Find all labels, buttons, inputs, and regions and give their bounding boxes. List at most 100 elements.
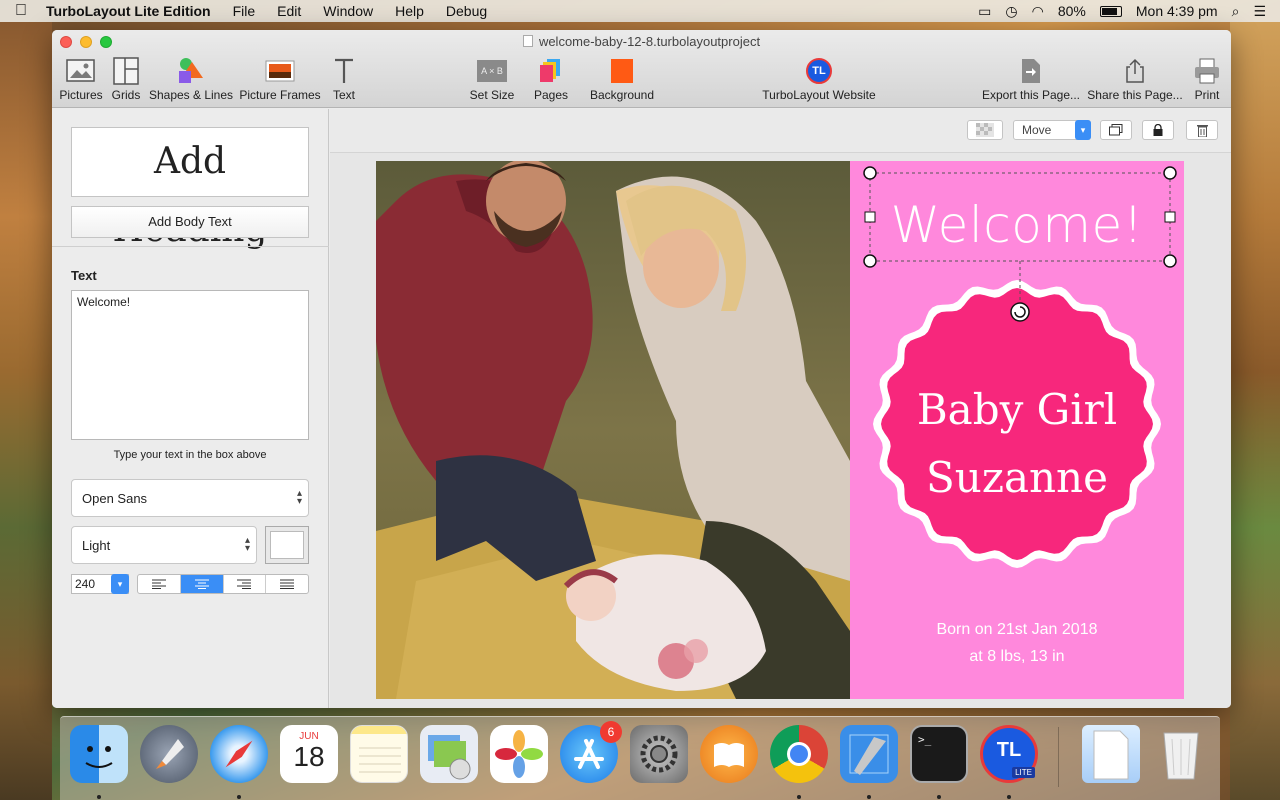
desktop-wallpaper-left <box>0 22 52 800</box>
rotate-handle-icon <box>1010 302 1030 322</box>
app-menu[interactable]: TurboLayout Lite Edition <box>42 3 222 19</box>
set-size-icon: A × B <box>466 56 518 86</box>
up-down-chevron-icon: ▴ ▾ <box>244 535 250 554</box>
baby-name-line-1: Baby Girl <box>916 385 1118 434</box>
align-center-button[interactable] <box>180 575 224 593</box>
set-size-button[interactable]: A × B Set Size <box>466 56 518 102</box>
safari-icon[interactable] <box>210 725 268 783</box>
apple-menu-icon[interactable]:  <box>0 2 42 20</box>
print-label: Print <box>1194 88 1220 102</box>
color-swatch <box>270 531 304 559</box>
add-body-text-button[interactable]: Add Body Text <box>71 206 309 238</box>
baby-name-text[interactable]: Baby Girl Suzanne <box>850 376 1184 512</box>
family-photo-illustration <box>376 161 850 699</box>
notification-center-icon[interactable]: ☰ <box>1253 3 1266 20</box>
airplay-icon[interactable]: ▭ <box>978 3 991 20</box>
clock[interactable]: Mon 4:39 pm <box>1136 3 1218 19</box>
background-button[interactable]: Background <box>588 56 656 102</box>
wifi-icon[interactable]: ◠ <box>1032 3 1044 20</box>
ibooks-icon[interactable] <box>700 725 758 783</box>
window-title-text: welcome-baby-12-8.turbolayoutproject <box>538 34 761 49</box>
menu-help[interactable]: Help <box>384 3 435 19</box>
transparency-button[interactable] <box>967 120 1003 140</box>
birth-details-text[interactable]: Born on 21st Jan 2018 at 8 lbs, 13 in <box>850 616 1184 670</box>
lock-button[interactable] <box>1142 120 1174 140</box>
checkerboard-icon <box>976 123 994 137</box>
battery-icon[interactable] <box>1099 5 1122 17</box>
text-color-well[interactable] <box>265 526 309 564</box>
running-indicator <box>1007 795 1011 799</box>
align-justify-icon <box>280 579 295 589</box>
pictures-button[interactable]: Pictures <box>58 56 104 102</box>
system-preferences-icon[interactable] <box>630 725 688 783</box>
trash-icon <box>1196 124 1208 137</box>
xcode-icon[interactable] <box>840 725 898 783</box>
window-toolbar: welcome-baby-12-8.turbolayoutproject Pic… <box>52 30 1231 108</box>
delete-button[interactable] <box>1186 120 1218 140</box>
turbolayout-app-text: TL <box>996 739 1022 761</box>
grids-icon <box>108 56 144 86</box>
grids-button[interactable]: Grids <box>108 56 144 102</box>
menu-edit[interactable]: Edit <box>266 3 312 19</box>
family-photo[interactable] <box>376 161 850 699</box>
desktop-wallpaper-right <box>1230 22 1280 800</box>
terminal-icon[interactable]: >_ <box>910 725 968 783</box>
pictures-label: Pictures <box>59 88 103 102</box>
align-left-button[interactable] <box>138 575 181 593</box>
dock-separator <box>1058 727 1059 787</box>
chevron-down-icon[interactable]: ▾ <box>1075 120 1091 140</box>
pictures-icon <box>58 56 104 86</box>
website-label: TurboLayout Website <box>762 88 876 102</box>
menu-file[interactable]: File <box>222 3 267 19</box>
text-button[interactable]: Text <box>326 56 362 102</box>
arrange-mode-select[interactable]: Move ▾ <box>1013 120 1091 140</box>
lite-badge: LITE <box>1012 767 1035 778</box>
time-machine-icon[interactable]: ◷ <box>1005 3 1017 20</box>
picture-frames-button[interactable]: Picture Frames <box>238 56 322 102</box>
canvas-toolbar: Move ▾ <box>330 109 1231 153</box>
font-size-field[interactable]: 240 ▾ <box>71 574 129 594</box>
add-heading-button[interactable]: Add Heading <box>71 127 309 250</box>
menu-debug[interactable]: Debug <box>435 3 498 19</box>
turbolayout-logo-icon: TL <box>762 56 876 86</box>
grids-label: Grids <box>111 88 141 102</box>
share-icon <box>1086 56 1184 86</box>
downloads-stack-icon[interactable] <box>1082 725 1140 783</box>
running-indicator <box>937 795 941 799</box>
preview-icon[interactable] <box>420 725 478 783</box>
resize-handle-bottom-right <box>1163 254 1177 268</box>
calendar-icon[interactable]: JUN 18 <box>280 725 338 783</box>
menu-window[interactable]: Window <box>312 3 384 19</box>
export-page-button[interactable]: Export this Page... <box>980 56 1082 102</box>
align-right-button[interactable] <box>224 575 267 593</box>
duplicate-button[interactable] <box>1100 120 1132 140</box>
align-justify-button[interactable] <box>266 575 308 593</box>
finder-icon[interactable] <box>70 725 128 783</box>
spotlight-search-icon[interactable]: ⌕ <box>1232 3 1240 20</box>
notes-icon[interactable] <box>350 725 408 783</box>
turbolayout-website-button[interactable]: TL TurboLayout Website <box>762 56 876 102</box>
picture-frames-label: Picture Frames <box>239 88 321 102</box>
chrome-icon[interactable] <box>770 725 828 783</box>
share-page-button[interactable]: Share this Page... <box>1086 56 1184 102</box>
launchpad-icon[interactable] <box>140 725 198 783</box>
app-store-icon[interactable]: 6 <box>560 721 622 783</box>
canvas-area: Move ▾ Welcome! Baby Girl Suzanne Born o… <box>330 109 1231 708</box>
menubar:  TurboLayout Lite Edition File Edit Win… <box>0 0 1280 22</box>
photos-icon[interactable] <box>490 725 548 783</box>
font-weight-select[interactable]: Light ▴ ▾ <box>71 526 257 564</box>
chevron-down-icon[interactable]: ▾ <box>111 574 129 594</box>
printer-icon <box>1188 56 1226 86</box>
font-family-select[interactable]: Open Sans ▴ ▾ <box>71 479 309 517</box>
trash-icon[interactable] <box>1152 725 1210 783</box>
turbolayout-app-icon[interactable]: TL LITE <box>980 725 1038 783</box>
pages-button[interactable]: Pages <box>532 56 570 102</box>
print-button[interactable]: Print <box>1188 56 1226 102</box>
resize-handle-right <box>1164 211 1176 223</box>
text-content-field[interactable]: Welcome! <box>71 290 309 440</box>
set-size-label: Set Size <box>469 88 515 102</box>
shapes-lines-button[interactable]: Shapes & Lines <box>148 56 234 102</box>
lock-icon <box>1153 124 1163 136</box>
layout-page[interactable]: Welcome! Baby Girl Suzanne Born on 21st … <box>376 161 1184 699</box>
up-down-chevron-icon: ▴ ▾ <box>296 488 302 507</box>
